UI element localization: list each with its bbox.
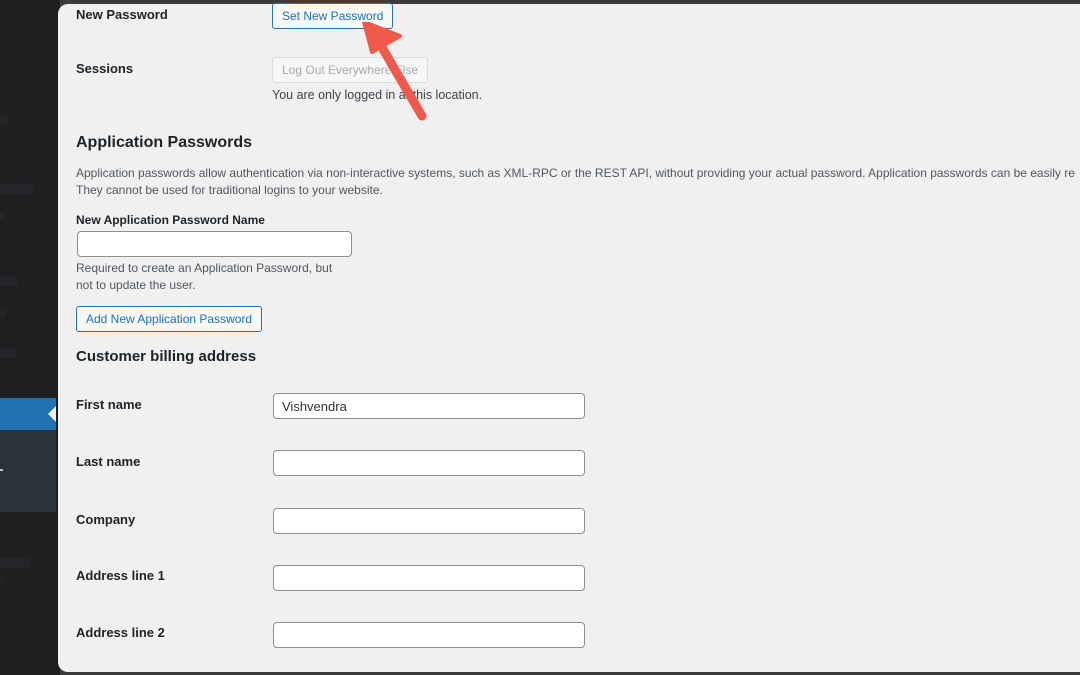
first-name-label: First name <box>76 397 142 412</box>
sidebar-item[interactable] <box>0 276 18 286</box>
submenu-indicator <box>0 469 3 471</box>
app-password-name-input[interactable] <box>77 231 352 257</box>
address-line-1-input[interactable] <box>273 565 585 591</box>
sidebar-item[interactable] <box>0 212 4 222</box>
sidebar-item[interactable] <box>0 348 16 358</box>
red-callout-arrow-icon <box>362 22 427 121</box>
last-name-label: Last name <box>76 454 141 469</box>
first-name-input[interactable] <box>273 393 585 419</box>
arrow-head <box>362 22 402 54</box>
application-passwords-heading: Application Passwords <box>76 134 253 151</box>
sidebar-item[interactable] <box>0 574 4 584</box>
arrow-shaft <box>375 39 427 121</box>
sidebar-item[interactable] <box>0 308 6 318</box>
add-application-password-button[interactable]: Add New Application Password <box>76 306 263 332</box>
app-password-help-line-2: not to update the user. <box>76 278 196 292</box>
company-input[interactable] <box>273 508 585 534</box>
application-passwords-description: Application passwords allow authenticati… <box>76 166 1075 180</box>
sidebar-item[interactable] <box>0 558 30 568</box>
profile-form-panel: New Password Set New Password Sessions L… <box>58 3 1080 672</box>
application-passwords-description-2: They cannot be used for traditional logi… <box>76 183 383 197</box>
new-password-label: New Password <box>76 7 168 22</box>
last-name-input[interactable] <box>273 450 585 476</box>
sidebar-item[interactable] <box>0 184 34 194</box>
company-label: Company <box>76 512 136 527</box>
sidebar-submenu <box>0 430 56 512</box>
billing-address-heading: Customer billing address <box>76 348 257 365</box>
address-line-1-label: Address line 1 <box>76 568 165 583</box>
address-line-2-label: Address line 2 <box>76 625 165 640</box>
app-password-name-label: New Application Password Name <box>76 213 265 227</box>
active-menu-pointer <box>48 406 56 422</box>
address-line-2-input[interactable] <box>273 622 585 648</box>
sessions-label: Sessions <box>76 61 134 76</box>
sidebar-item[interactable] <box>0 115 8 125</box>
app-password-help-line-1: Required to create an Application Passwo… <box>76 261 333 275</box>
admin-sidebar <box>0 0 60 675</box>
